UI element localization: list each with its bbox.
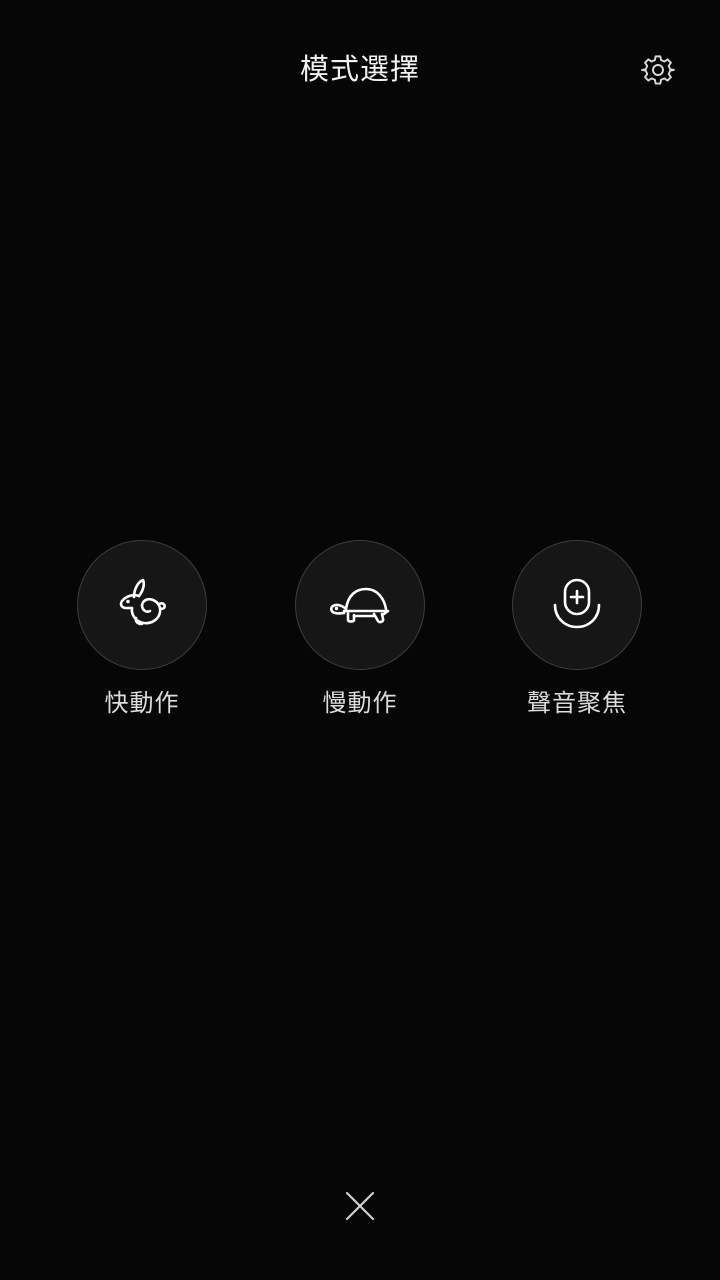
gear-icon xyxy=(641,53,675,87)
mode-audio-zoom-label: 聲音聚焦 xyxy=(527,689,627,717)
mode-selection-screen: 模式選擇 快動作 慢動作 聲音聚焦 xyxy=(0,0,720,1280)
mode-audio-zoom[interactable]: 聲音聚焦 xyxy=(477,540,677,730)
mode-slow-motion[interactable]: 慢動作 xyxy=(260,540,460,730)
mode-fast-motion[interactable]: 快動作 xyxy=(42,540,242,730)
turtle-icon xyxy=(328,583,392,627)
close-icon xyxy=(345,1191,375,1221)
rabbit-icon xyxy=(112,577,172,633)
audio-zoom-mic-icon xyxy=(549,577,605,633)
settings-button[interactable] xyxy=(636,48,680,92)
mode-fast-motion-label: 快動作 xyxy=(104,689,180,717)
close-button[interactable] xyxy=(338,1184,382,1228)
page-title: 模式選擇 xyxy=(299,52,420,86)
mode-slow-motion-label: 慢動作 xyxy=(322,689,398,717)
mode-audio-zoom-circle[interactable] xyxy=(512,540,642,670)
mode-fast-motion-circle[interactable] xyxy=(77,540,207,670)
mode-slow-motion-circle[interactable] xyxy=(295,540,425,670)
mode-list: 快動作 慢動作 聲音聚焦 xyxy=(0,540,720,740)
